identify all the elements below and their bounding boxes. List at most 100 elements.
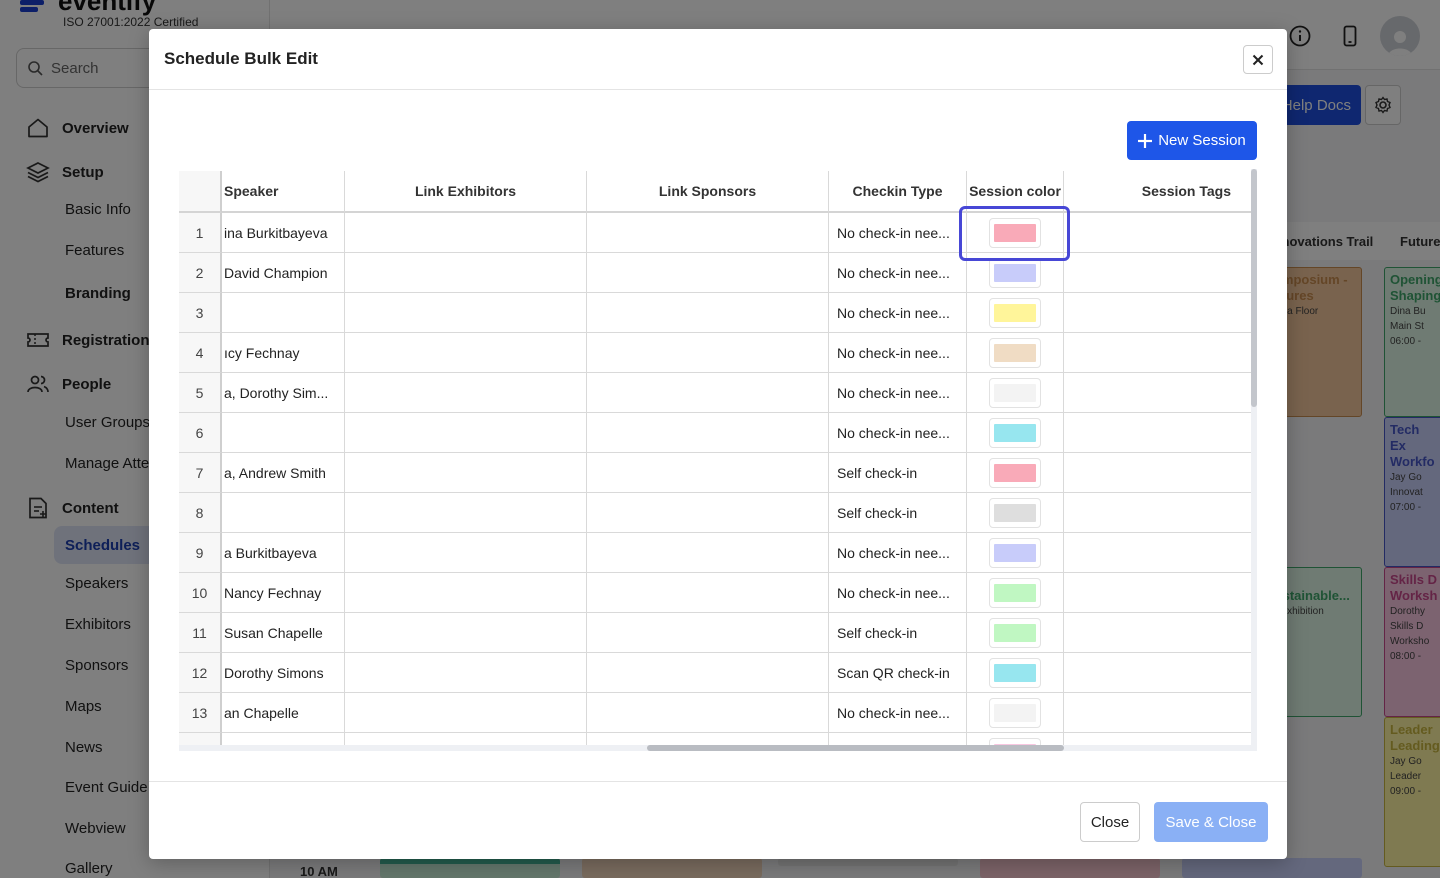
column-header-session-color[interactable]: Session color (967, 171, 1064, 213)
color-picker-swatch[interactable] (989, 257, 1041, 288)
speaker-cell[interactable]: David Champion (222, 253, 345, 293)
checkin-type-cell[interactable]: No check-in nee... (829, 533, 967, 573)
speaker-cell[interactable]: Nancy Fechnay (222, 573, 345, 613)
link-sponsors-cell[interactable] (587, 413, 829, 453)
new-session-button[interactable]: New Session (1127, 121, 1257, 160)
column-header-session-tags[interactable]: Session Tags (1064, 171, 1253, 213)
session-color-cell[interactable] (967, 573, 1064, 613)
speaker-cell[interactable] (222, 493, 345, 533)
color-picker-swatch[interactable] (989, 697, 1041, 728)
session-color-cell[interactable] (967, 693, 1064, 733)
checkin-type-cell[interactable]: No check-in nee... (829, 253, 967, 293)
session-tags-cell[interactable] (1064, 373, 1253, 413)
link-exhibitors-cell[interactable] (345, 413, 587, 453)
checkin-type-cell[interactable]: Self check-in (829, 613, 967, 653)
link-exhibitors-cell[interactable] (345, 533, 587, 573)
link-sponsors-cell[interactable] (587, 613, 829, 653)
horizontal-scrollbar[interactable] (179, 745, 1253, 751)
color-picker-swatch[interactable] (989, 217, 1041, 248)
link-exhibitors-cell[interactable] (345, 493, 587, 533)
link-sponsors-cell[interactable] (587, 493, 829, 533)
color-picker-swatch[interactable] (989, 537, 1041, 568)
vertical-scroll-thumb[interactable] (1251, 169, 1257, 407)
link-sponsors-cell[interactable] (587, 213, 829, 253)
checkin-type-cell[interactable]: Self check-in (829, 453, 967, 493)
session-color-cell[interactable] (967, 373, 1064, 413)
link-exhibitors-cell[interactable] (345, 373, 587, 413)
session-color-cell[interactable] (967, 493, 1064, 533)
checkin-type-cell[interactable]: Scan QR check-in (829, 653, 967, 693)
column-header-link-sponsors[interactable]: Link Sponsors (587, 171, 829, 213)
session-tags-cell[interactable] (1064, 493, 1253, 533)
session-color-cell[interactable] (967, 653, 1064, 693)
color-picker-swatch[interactable] (989, 457, 1041, 488)
session-color-cell[interactable] (967, 293, 1064, 333)
session-tags-cell[interactable] (1064, 533, 1253, 573)
session-tags-cell[interactable] (1064, 693, 1253, 733)
color-picker-swatch[interactable] (989, 377, 1041, 408)
link-sponsors-cell[interactable] (587, 533, 829, 573)
checkin-type-cell[interactable]: Self check-in (829, 493, 967, 533)
color-picker-swatch[interactable] (989, 577, 1041, 608)
link-sponsors-cell[interactable] (587, 253, 829, 293)
session-color-cell[interactable] (967, 453, 1064, 493)
color-picker-swatch[interactable] (989, 337, 1041, 368)
link-exhibitors-cell[interactable] (345, 293, 587, 333)
session-tags-cell[interactable] (1064, 253, 1253, 293)
vertical-scrollbar[interactable] (1251, 169, 1257, 751)
color-picker-swatch[interactable] (989, 617, 1041, 648)
color-picker-swatch[interactable] (989, 417, 1041, 448)
checkin-type-cell[interactable]: No check-in nee... (829, 333, 967, 373)
checkin-type-cell[interactable]: No check-in nee... (829, 293, 967, 333)
session-tags-cell[interactable] (1064, 293, 1253, 333)
link-sponsors-cell[interactable] (587, 453, 829, 493)
session-color-cell[interactable] (967, 213, 1064, 253)
session-tags-cell[interactable] (1064, 653, 1253, 693)
session-tags-cell[interactable] (1064, 333, 1253, 373)
session-color-cell[interactable] (967, 533, 1064, 573)
speaker-cell[interactable]: ina Burkitbayeva (222, 213, 345, 253)
link-exhibitors-cell[interactable] (345, 613, 587, 653)
session-tags-cell[interactable] (1064, 413, 1253, 453)
link-exhibitors-cell[interactable] (345, 653, 587, 693)
speaker-cell[interactable]: Susan Chapelle (222, 613, 345, 653)
session-color-cell[interactable] (967, 333, 1064, 373)
speaker-cell[interactable] (222, 293, 345, 333)
checkin-type-cell[interactable]: No check-in nee... (829, 573, 967, 613)
color-picker-swatch[interactable] (989, 657, 1041, 688)
link-sponsors-cell[interactable] (587, 293, 829, 333)
column-header-speaker[interactable]: Speaker (222, 171, 345, 213)
link-exhibitors-cell[interactable] (345, 573, 587, 613)
checkin-type-cell[interactable]: No check-in nee... (829, 413, 967, 453)
session-tags-cell[interactable] (1064, 453, 1253, 493)
link-exhibitors-cell[interactable] (345, 333, 587, 373)
checkin-type-cell[interactable]: No check-in nee... (829, 373, 967, 413)
session-tags-cell[interactable] (1064, 573, 1253, 613)
speaker-cell[interactable]: an Chapelle (222, 693, 345, 733)
link-exhibitors-cell[interactable] (345, 213, 587, 253)
checkin-type-cell[interactable]: No check-in nee... (829, 213, 967, 253)
speaker-cell[interactable]: ıcy Fechnay (222, 333, 345, 373)
close-button[interactable]: Close (1080, 802, 1140, 842)
column-header-checkin-type[interactable]: Checkin Type (829, 171, 967, 213)
link-exhibitors-cell[interactable] (345, 693, 587, 733)
link-sponsors-cell[interactable] (587, 333, 829, 373)
column-header-link-exhibitors[interactable]: Link Exhibitors (345, 171, 587, 213)
link-sponsors-cell[interactable] (587, 653, 829, 693)
speaker-cell[interactable]: a Burkitbayeva (222, 533, 345, 573)
link-exhibitors-cell[interactable] (345, 453, 587, 493)
speaker-cell[interactable]: a, Dorothy Sim... (222, 373, 345, 413)
link-sponsors-cell[interactable] (587, 373, 829, 413)
session-tags-cell[interactable] (1064, 613, 1253, 653)
link-exhibitors-cell[interactable] (345, 253, 587, 293)
color-picker-swatch[interactable] (989, 297, 1041, 328)
color-picker-swatch[interactable] (989, 497, 1041, 528)
session-color-cell[interactable] (967, 253, 1064, 293)
close-modal-button[interactable] (1243, 45, 1273, 74)
session-tags-cell[interactable] (1064, 213, 1253, 253)
save-and-close-button[interactable]: Save & Close (1154, 802, 1268, 842)
session-color-cell[interactable] (967, 613, 1064, 653)
speaker-cell[interactable]: Dorothy Simons (222, 653, 345, 693)
horizontal-scroll-thumb[interactable] (647, 745, 1064, 751)
speaker-cell[interactable] (222, 413, 345, 453)
